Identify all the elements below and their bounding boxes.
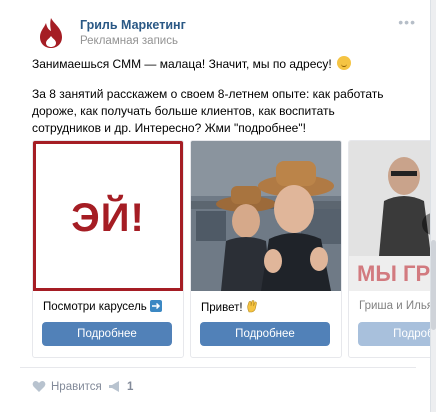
carousel-card-1[interactable]: ЭЙ! Посмотри карусель Подробнее [32, 140, 184, 358]
megaphone-icon [109, 381, 119, 392]
card-image-photo[interactable]: МЫ ГРИ [349, 141, 430, 291]
post-text-paragraph: За 8 занятий расскажем о своем 8-летнем … [32, 87, 384, 135]
flame-logo-icon [40, 18, 62, 48]
card-details-button[interactable]: Подробнее [200, 322, 330, 346]
carousel-card-2[interactable]: Привет! Подробнее [190, 140, 342, 358]
arrow-right-emoji-icon [149, 300, 162, 312]
card-title: Привет! [201, 300, 258, 314]
two-men-cowboy-hats-photo [191, 141, 341, 291]
share-count: 1 [127, 381, 134, 393]
ad-post: Гриль Маркетинг Рекламная запись ••• Зан… [0, 0, 431, 412]
carousel-card-3[interactable]: МЫ ГРИ Гриша и Илья Подробнее [348, 140, 430, 358]
footer-divider [20, 367, 416, 368]
wink-emoji-icon [337, 56, 352, 70]
card-image-text: МЫ ГРИ [357, 261, 430, 286]
post-text-line1: Занимаешься СММ — малаца! Значит, мы по … [32, 56, 422, 73]
waving-hand-emoji-icon [247, 300, 257, 313]
like-button[interactable]: Нравится [32, 380, 102, 393]
ad-carousel: ЭЙ! Посмотри карусель Подробнее Привет! … [32, 140, 430, 358]
card-title: Посмотри карусель [43, 300, 162, 313]
card-details-button[interactable]: Подробнее [358, 322, 430, 346]
card-title: Гриша и Илья [359, 300, 430, 312]
author-name[interactable]: Гриль Маркетинг [80, 18, 186, 32]
share-button[interactable]: 1 [108, 380, 133, 393]
author-avatar[interactable] [32, 14, 70, 52]
card-details-button[interactable]: Подробнее [42, 322, 172, 346]
card-image-text: ЭЙ! [71, 196, 145, 240]
like-label: Нравится [51, 381, 102, 393]
ad-label: Рекламная запись [80, 35, 178, 47]
card-image-photo[interactable] [191, 141, 341, 291]
more-dots-icon[interactable]: ••• [398, 14, 416, 30]
heart-icon [32, 381, 46, 392]
page-scrollbar[interactable] [431, 240, 436, 330]
card-image-ey[interactable]: ЭЙ! [33, 141, 183, 291]
